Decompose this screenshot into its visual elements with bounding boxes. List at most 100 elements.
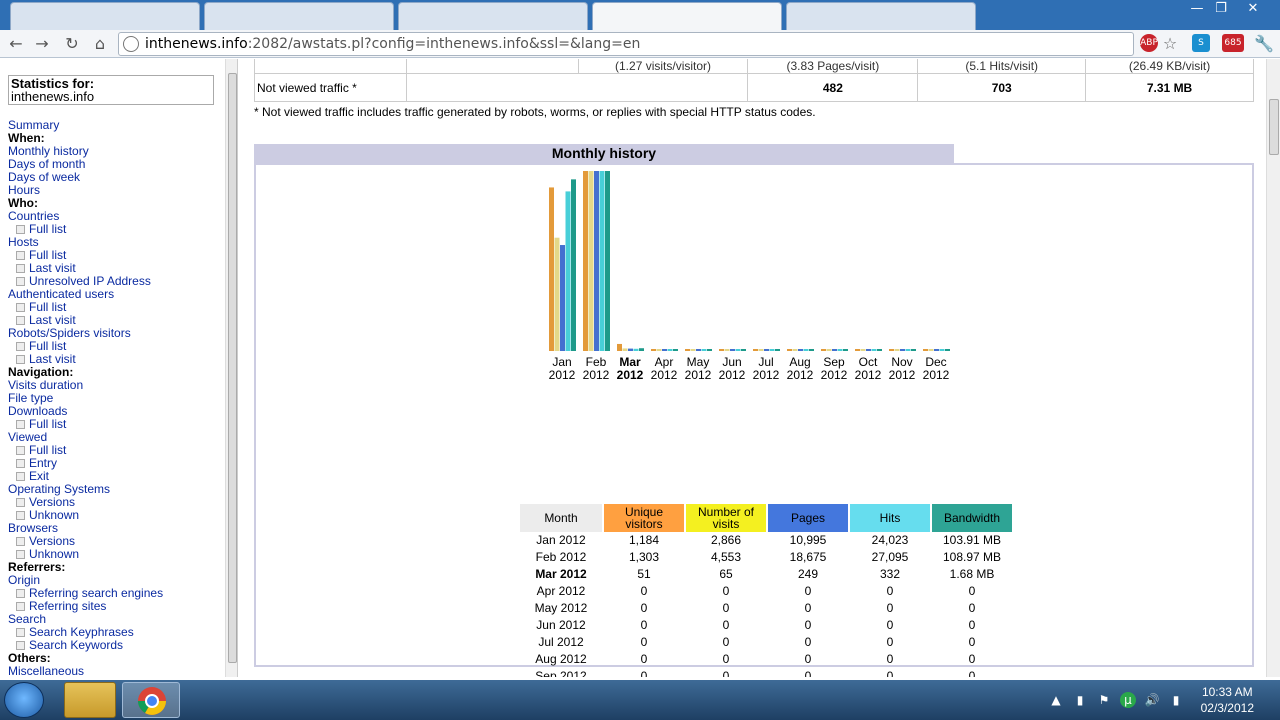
start-button[interactable] — [4, 682, 44, 718]
page-icon — [16, 225, 25, 234]
left-scrollbar[interactable] — [225, 59, 237, 677]
not-viewed-hits: 703 — [917, 73, 1087, 102]
page-icon — [16, 472, 25, 481]
chart-tick-label: Aug — [789, 355, 810, 369]
history-value-cell: 0 — [804, 618, 812, 632]
restore-icon[interactable]: ❐ — [1208, 0, 1234, 18]
utorrent-icon[interactable]: μ — [1120, 692, 1136, 708]
sidebar-item-label: Operating Systems — [8, 482, 111, 496]
chart-bar — [719, 349, 724, 351]
history-header-cell: Bandwidth — [932, 504, 1012, 532]
browser-tab[interactable] — [786, 2, 976, 30]
chart-bar — [753, 349, 758, 351]
bookmark-star-icon[interactable]: ☆ — [1158, 32, 1182, 56]
monthly-history-title: Monthly history — [254, 144, 954, 163]
summary-row-partial: (1.27 visits/visitor) (3.83 Pages/visit)… — [254, 59, 1254, 74]
sidebar-item-label: Last visit — [29, 352, 76, 366]
sidebar-item-label: Full list — [29, 300, 67, 314]
chart-bar — [764, 349, 769, 351]
chart-bar — [622, 348, 628, 351]
history-value-cell: 0 — [804, 584, 812, 598]
history-value-cell: 0 — [886, 635, 894, 649]
page-icon — [16, 641, 25, 650]
chart-tick-label: 2012 — [923, 368, 950, 382]
left-scrollbar-thumb[interactable] — [228, 73, 237, 663]
main-frame: (1.27 visits/visitor) (3.83 Pages/visit)… — [239, 59, 1280, 677]
browser-tab[interactable] — [10, 2, 200, 30]
history-month-cell: Feb 2012 — [535, 550, 587, 564]
per-visit-kb-cell: (26.49 KB/visit) — [1085, 59, 1254, 74]
history-value-cell: 0 — [968, 584, 976, 598]
chart-tick-label: 2012 — [787, 368, 814, 382]
browser-tab[interactable] — [204, 2, 394, 30]
history-value-cell: 1.68 MB — [949, 567, 995, 581]
history-value-cell: 0 — [640, 618, 648, 632]
history-header-cell: Pages — [768, 504, 848, 532]
chart-bar — [554, 237, 560, 351]
explorer-taskbar-icon[interactable] — [64, 682, 116, 718]
browser-tab-active[interactable] — [592, 2, 782, 30]
gmail-icon[interactable]: 685 — [1222, 34, 1244, 52]
sidebar-item-label: Referrers: — [8, 560, 66, 574]
sidebar-item[interactable]: Hours — [8, 184, 224, 197]
history-header-cell: Month — [520, 504, 602, 532]
history-value-cell: 2,866 — [710, 533, 742, 547]
main-scrollbar[interactable] — [1266, 59, 1280, 677]
sidebar-item-label: Countries — [8, 209, 60, 223]
sidebar-item[interactable]: Miscellaneous — [8, 664, 224, 678]
sidebar-item[interactable]: Days of week — [8, 171, 224, 184]
forward-icon[interactable]: → — [30, 32, 54, 56]
chart-tick-label: 2012 — [889, 368, 916, 382]
battery-icon[interactable]: ▮ — [1168, 692, 1184, 708]
history-row: Mar 2012 51 65 249 332 1.68 MB — [520, 566, 1012, 583]
browser-tab[interactable] — [398, 2, 588, 30]
history-value-cell: 0 — [968, 618, 976, 632]
chart-bar — [633, 348, 639, 351]
chrome-taskbar-button[interactable] — [122, 682, 180, 718]
chart-bar — [900, 349, 905, 351]
adblock-icon[interactable]: ABP — [1140, 34, 1158, 52]
sidebar-item-label: Last visit — [29, 261, 76, 275]
sidebar-item-label: Search Keywords — [29, 638, 124, 652]
history-row: Jan 2012 1,184 2,866 10,995 24,023 103.91 MB — [520, 532, 1012, 549]
address-bar[interactable]: inthenews.info:2082/awstats.pl?config=in… — [118, 32, 1134, 56]
page-icon — [16, 264, 25, 273]
chart-bar — [911, 349, 916, 351]
sidebar-item-label: Unknown — [29, 547, 80, 561]
back-icon[interactable]: ← — [4, 32, 28, 56]
minimize-icon[interactable]: — — [1184, 0, 1210, 18]
history-value-cell: 249 — [797, 567, 819, 581]
sidebar-item[interactable]: Full list — [8, 223, 224, 236]
chart-tick-label: Sep — [823, 355, 845, 369]
sidebar-item-label: Hosts — [8, 235, 39, 249]
action-center-flag-icon[interactable]: ⚑ — [1096, 692, 1112, 708]
home-icon[interactable]: ⌂ — [88, 32, 112, 56]
show-hidden-icons[interactable]: ▲ — [1048, 692, 1064, 708]
volume-icon[interactable]: 🔊 — [1144, 692, 1160, 708]
history-month-cell: May 2012 — [534, 601, 588, 615]
sidebar-item-label: Referring search engines — [29, 586, 164, 600]
close-window-icon[interactable]: ✕ — [1240, 0, 1266, 18]
sidebar-item-label: Full list — [29, 248, 67, 262]
chart-bar — [855, 349, 860, 351]
skype-icon[interactable]: S — [1192, 34, 1210, 52]
chart-bar — [928, 349, 934, 351]
url-text[interactable]: inthenews.info:2082/awstats.pl?config=in… — [145, 36, 640, 52]
history-value-cell: 4,553 — [710, 550, 742, 564]
page-info-icon[interactable] — [123, 36, 139, 52]
history-row: Jul 2012 0 0 0 0 0 — [520, 634, 1012, 651]
chart-bar — [871, 349, 877, 351]
sidebar-item-label: Miscellaneous — [8, 664, 85, 678]
history-value-cell: 0 — [722, 584, 730, 598]
history-row: Sep 2012 0 0 0 0 0 — [520, 668, 1012, 677]
network-icon[interactable]: ▮ — [1072, 692, 1088, 708]
reload-icon[interactable]: ↻ — [60, 32, 84, 56]
history-header-cell: Number of visits — [686, 504, 766, 532]
wrench-icon[interactable]: 🔧 — [1252, 32, 1276, 56]
history-row: May 2012 0 0 0 0 0 — [520, 600, 1012, 617]
history-value-cell: 0 — [804, 635, 812, 649]
main-scrollbar-thumb[interactable] — [1269, 99, 1279, 155]
clock[interactable]: 10:33 AM 02/3/2012 — [1201, 684, 1254, 716]
sidebar-item-label: Exit — [29, 469, 50, 483]
history-month-cell: Jul 2012 — [538, 635, 584, 649]
